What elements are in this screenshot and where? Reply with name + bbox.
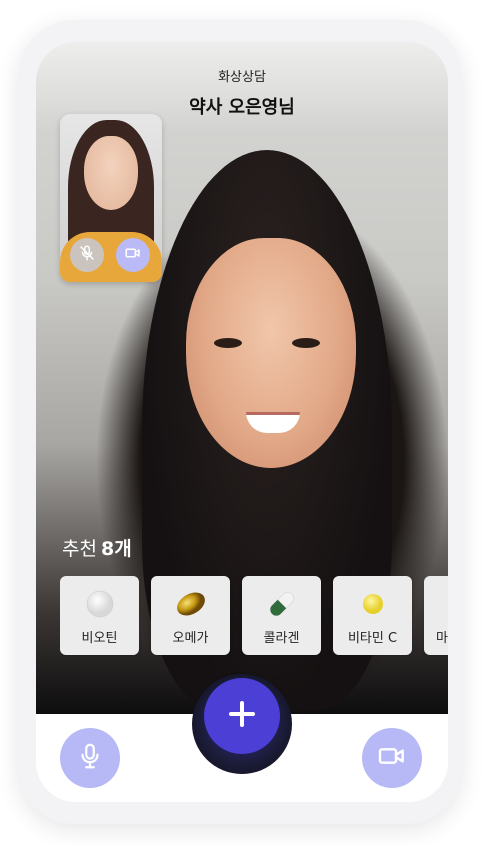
product-card-biotin[interactable]: 비오틴 bbox=[60, 576, 139, 655]
video-camera-icon bbox=[376, 740, 408, 776]
self-face bbox=[84, 136, 138, 210]
recommendation-count-value: 8개 bbox=[100, 538, 132, 560]
product-label: 비타민 C bbox=[347, 631, 398, 646]
self-mic-toggle[interactable] bbox=[70, 238, 104, 272]
add-button[interactable] bbox=[204, 678, 280, 754]
product-label: 마 bbox=[436, 631, 448, 646]
product-card-vitamin-c[interactable]: 비타민 C bbox=[333, 576, 412, 655]
product-card-omega[interactable]: 오메가 bbox=[151, 576, 230, 655]
yellow-tablet-icon bbox=[362, 594, 383, 614]
recommended-products[interactable]: 비오틴 오메가 콜라겐 비타민 C 마 bbox=[60, 576, 448, 656]
product-label: 오메가 bbox=[172, 631, 209, 646]
microphone-icon bbox=[75, 741, 105, 775]
remote-person-face bbox=[186, 238, 356, 468]
softgel-icon bbox=[176, 592, 205, 616]
product-card-partial[interactable]: 마 bbox=[424, 576, 448, 655]
capsule-icon bbox=[269, 592, 294, 616]
eye-left bbox=[214, 338, 242, 348]
camera-button[interactable] bbox=[362, 728, 422, 788]
recommendation-label: 추천 bbox=[62, 538, 97, 560]
self-camera-toggle[interactable] bbox=[116, 238, 150, 272]
product-label: 콜라겐 bbox=[263, 631, 300, 646]
call-type-label: 화상상담 bbox=[218, 70, 266, 85]
self-video-preview[interactable] bbox=[60, 114, 162, 282]
eye-right bbox=[292, 338, 320, 348]
call-header: 화상상담 약사 오은영님 bbox=[36, 66, 448, 119]
plus-icon bbox=[227, 699, 257, 733]
mic-off-icon bbox=[78, 244, 96, 266]
product-card-collagen[interactable]: 콜라겐 bbox=[242, 576, 321, 655]
microphone-button[interactable] bbox=[60, 728, 120, 788]
video-call-screen: 화상상담 약사 오은영님 추천 8개 비오틴 오메가 콜라겐 비타민 C 마 bbox=[36, 42, 448, 802]
video-camera-icon bbox=[124, 244, 142, 266]
white-tablet-icon bbox=[86, 590, 113, 618]
product-label: 비오틴 bbox=[81, 631, 118, 646]
recommendation-count: 추천 8개 bbox=[62, 534, 132, 561]
